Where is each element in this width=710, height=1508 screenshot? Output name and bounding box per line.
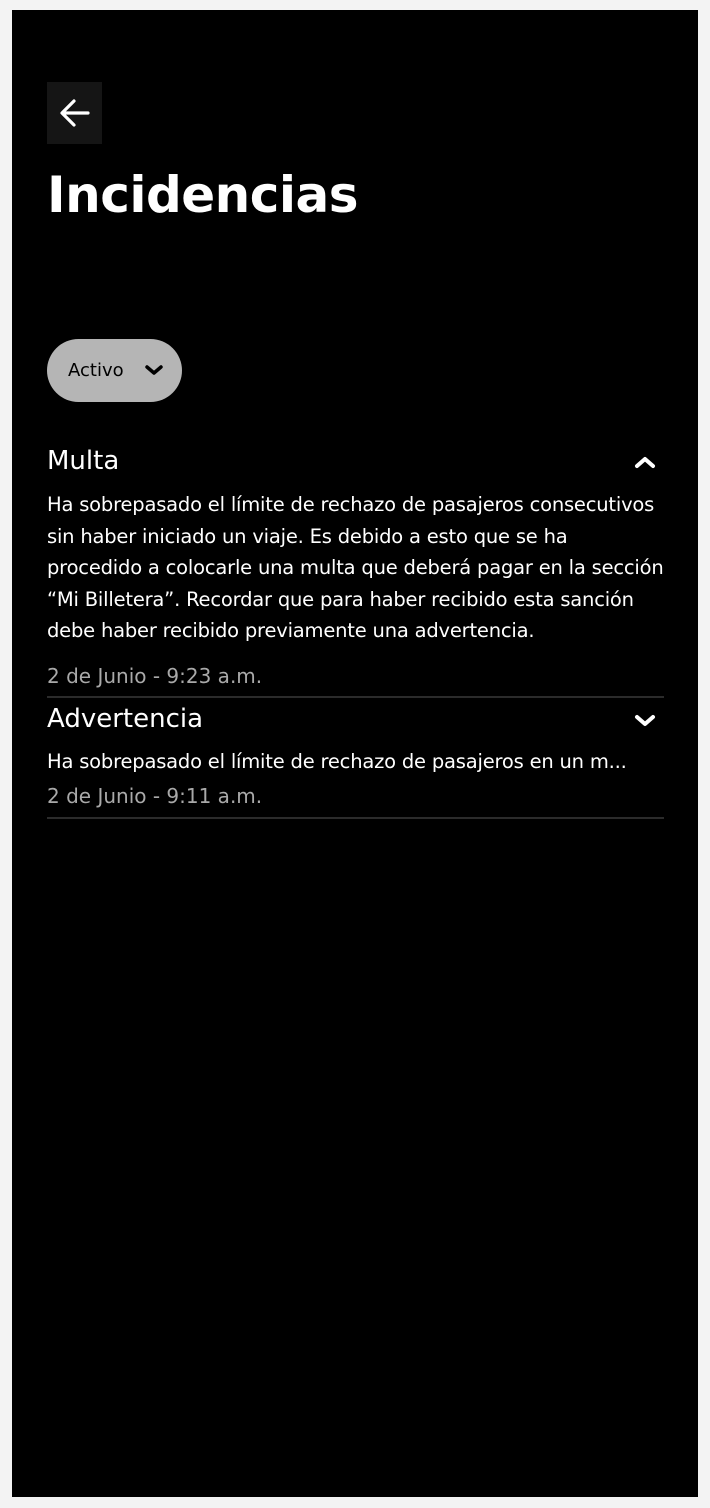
chevron-down-icon[interactable] <box>634 713 656 728</box>
back-button[interactable] <box>47 82 102 144</box>
incident-date: 2 de Junio - 9:23 a.m. <box>47 663 263 688</box>
chevron-up-icon[interactable] <box>634 455 656 470</box>
incident-item-multa[interactable]: Multa Ha sobrepasado el límite de rechaz… <box>47 440 664 698</box>
incident-description: Ha sobrepasado el límite de rechazo de p… <box>47 493 664 642</box>
status-filter-dropdown[interactable]: Activo <box>47 339 182 402</box>
page-title: Incidencias <box>47 166 359 224</box>
incident-title: Multa <box>47 446 120 476</box>
incident-item-advertencia[interactable]: Advertencia Ha sobrepasado el límite de … <box>47 698 664 819</box>
incident-list: Multa Ha sobrepasado el límite de rechaz… <box>47 440 664 819</box>
incident-description: Ha sobrepasado el límite de rechazo de p… <box>47 749 627 773</box>
chevron-down-icon <box>145 365 163 375</box>
incident-header[interactable]: Multa <box>47 440 664 484</box>
app-screen: Incidencias Activo Multa Ha sobrepasado … <box>12 10 698 1497</box>
incident-header[interactable]: Advertencia <box>47 698 664 742</box>
arrow-left-icon <box>59 99 90 127</box>
status-filter-label: Activo <box>68 360 124 381</box>
incident-title: Advertencia <box>47 703 204 734</box>
incident-date: 2 de Junio - 9:11 a.m. <box>47 784 263 808</box>
